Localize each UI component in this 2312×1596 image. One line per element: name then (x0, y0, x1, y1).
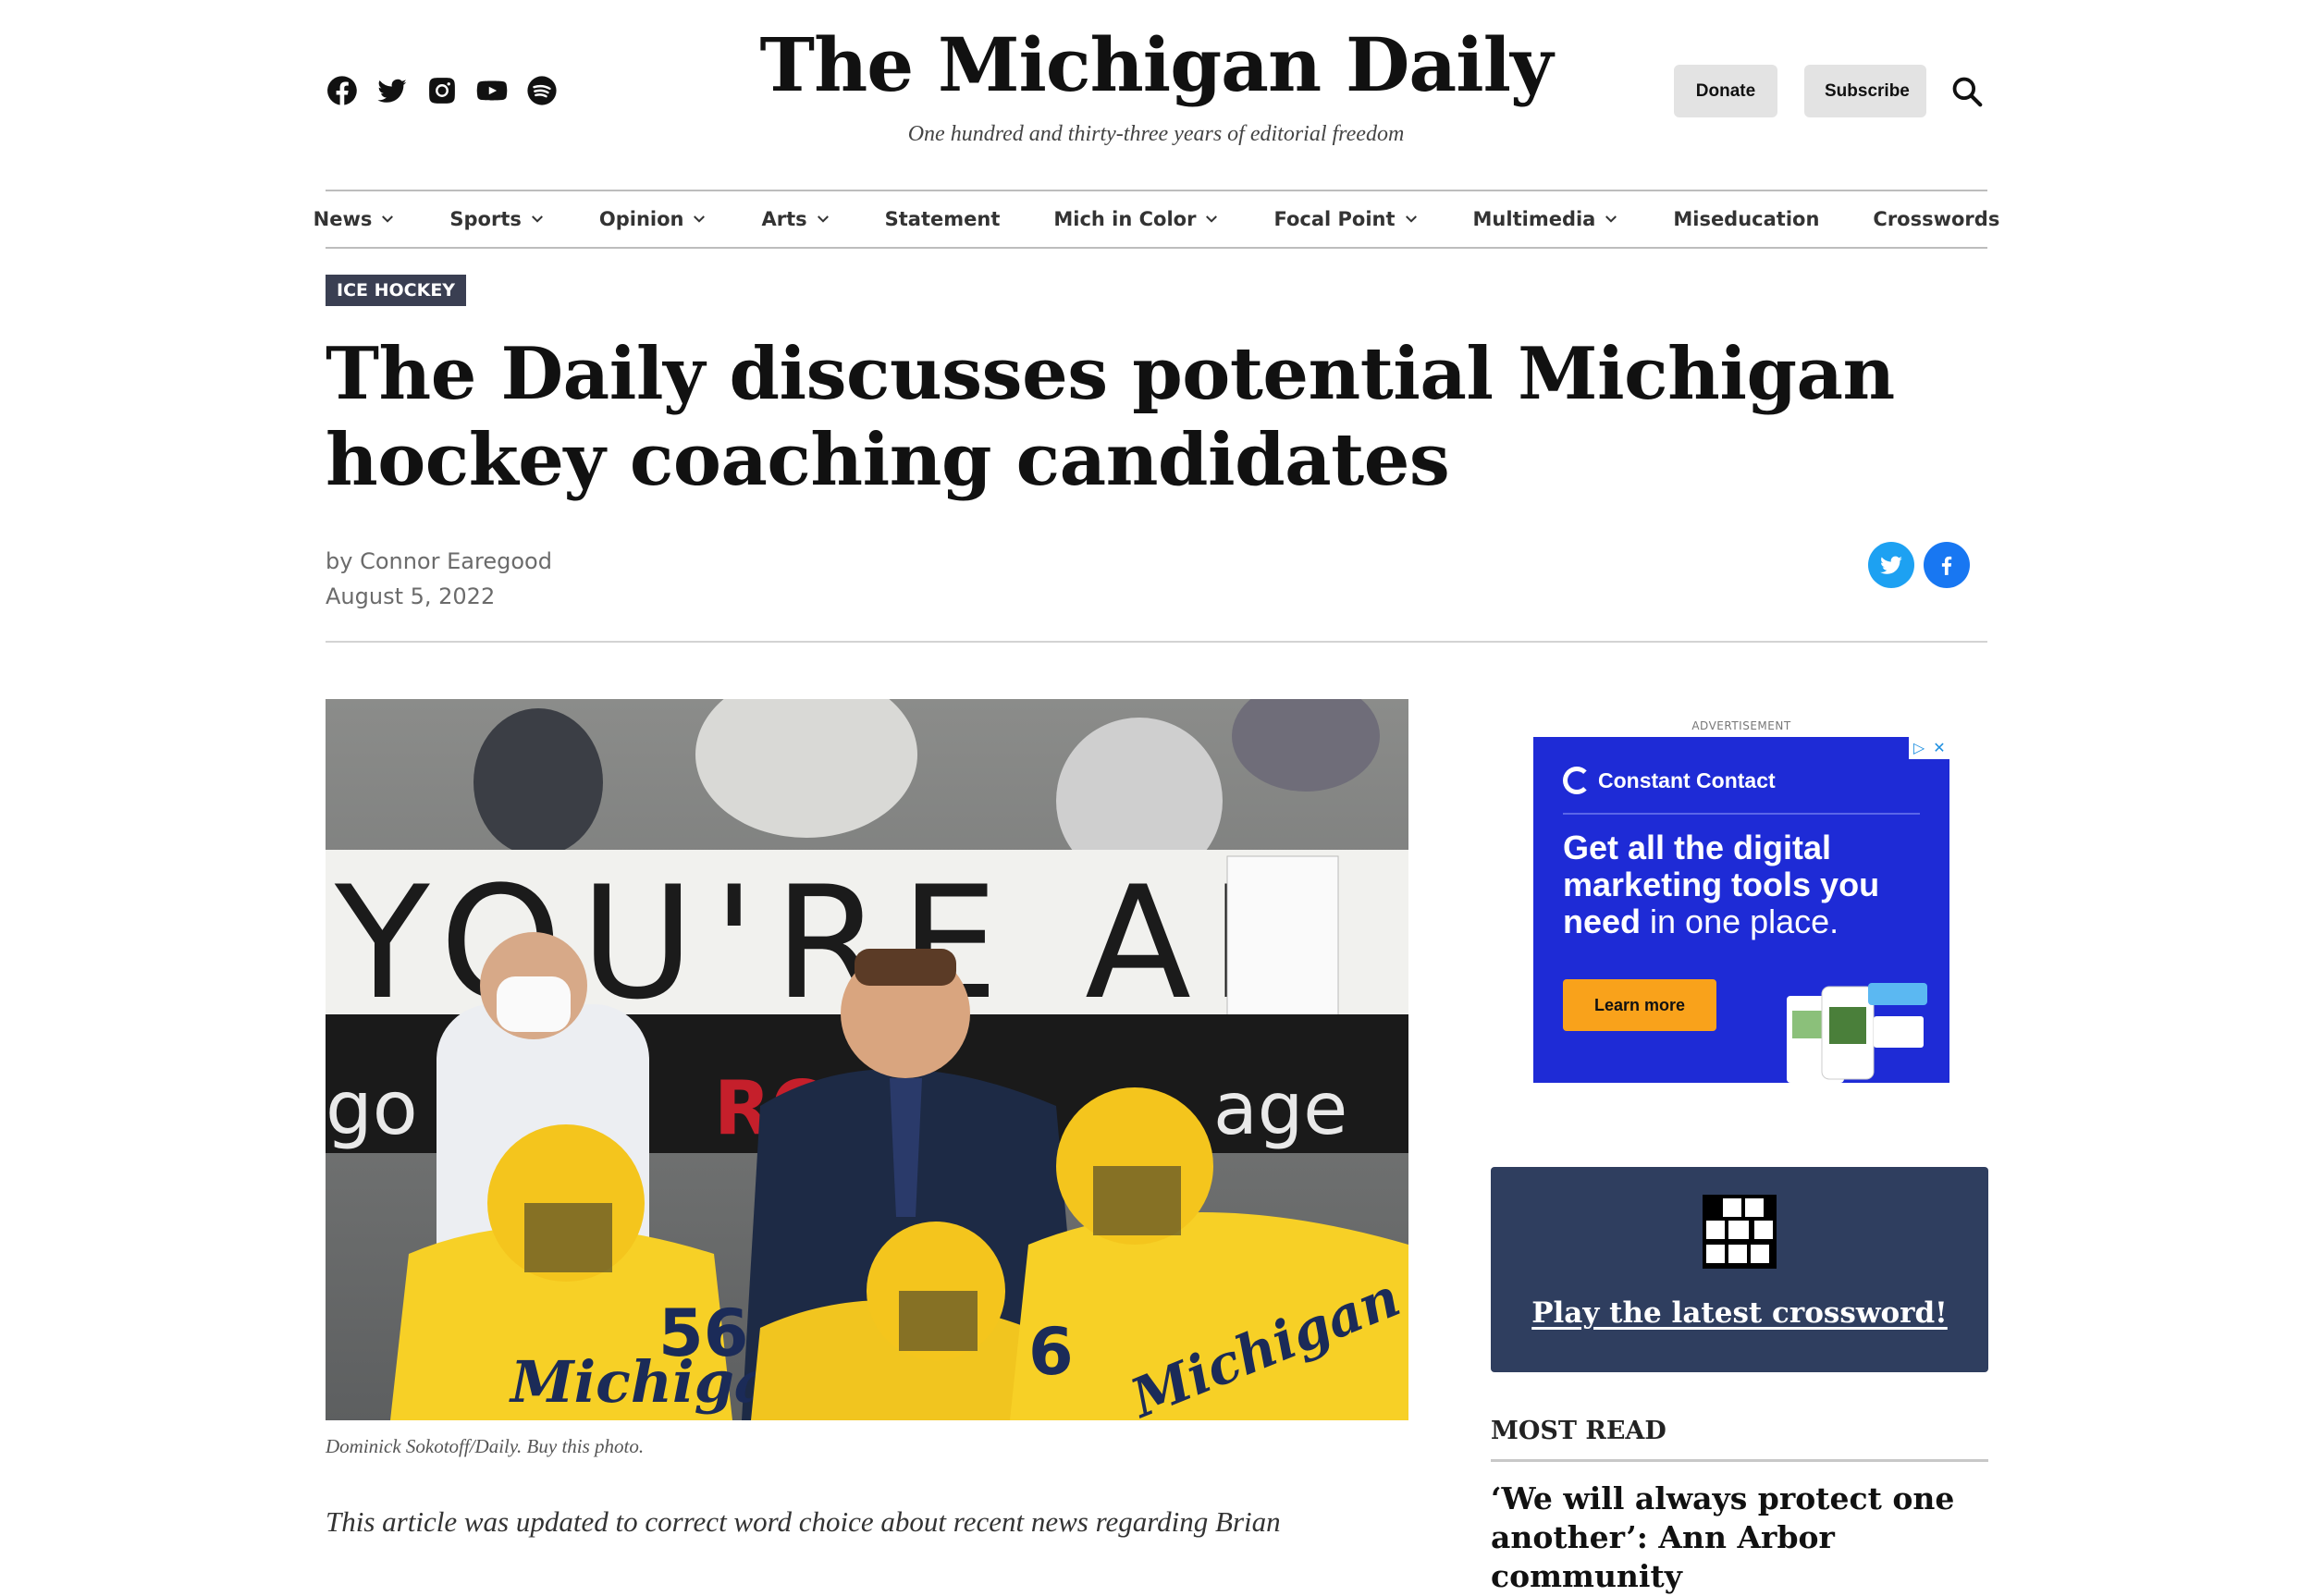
nav-item-label: Opinion (598, 208, 684, 230)
share-facebook-button[interactable] (1924, 542, 1970, 588)
publish-date: August 5, 2022 (326, 583, 496, 609)
svg-text:go: go (326, 1065, 418, 1151)
twitter-icon (1880, 556, 1902, 574)
nav-item-label: Arts (761, 208, 807, 230)
main-nav: News Sports Opinion Arts Statement Mich in Co… (314, 190, 1999, 249)
nav-item-news[interactable]: News (287, 208, 424, 230)
chevron-down-icon[interactable] (1203, 211, 1220, 227)
most-read-item[interactable]: ‘We will always protect one another’: An… (1491, 1479, 2009, 1596)
nav-item-label: Focal Point (1273, 208, 1396, 230)
nav-item-label: News (313, 208, 373, 230)
article-headline: The Daily discusses potential Michigan h… (326, 332, 1895, 502)
nav-item-arts[interactable]: Arts (734, 208, 857, 230)
constant-contact-logo-icon (1563, 767, 1591, 794)
chevron-down-icon[interactable] (379, 211, 396, 227)
most-read-divider (1491, 1459, 1988, 1462)
advertisement[interactable]: ▷ ✕ Constant Contact Get all the digital… (1533, 737, 1949, 1083)
ad-device-mockup (1787, 983, 1927, 1083)
facebook-icon (1941, 556, 1952, 575)
svg-text:6: 6 (1028, 1314, 1074, 1390)
chevron-down-icon[interactable] (691, 211, 707, 227)
svg-text:age: age (1213, 1068, 1347, 1151)
nav-item-miseducation[interactable]: Miseducation (1646, 208, 1846, 230)
ad-headline: Get all the digital marketing tools you … (1563, 829, 1933, 940)
nav-item-label: Mich in Color (1053, 208, 1197, 230)
ad-close-icon[interactable]: ✕ (1929, 737, 1949, 759)
category-tag[interactable]: ICE HOCKEY (326, 275, 467, 306)
article-body-first-line: This article was updated to correct word… (326, 1505, 1281, 1538)
chevron-down-icon[interactable] (1403, 211, 1420, 227)
nav-item-label: Crosswords (1873, 208, 2000, 230)
chevron-down-icon[interactable] (529, 211, 546, 227)
nav-item-sports[interactable]: Sports (423, 208, 572, 230)
nav-item-mich-in-color[interactable]: Mich in Color (1027, 208, 1247, 230)
nav-item-label: Miseducation (1673, 208, 1820, 230)
ad-brand: Constant Contact (1563, 767, 1776, 794)
nav-item-label: Multimedia (1472, 208, 1596, 230)
crossword-link[interactable]: Play the latest crossword! (1491, 1296, 1988, 1330)
nav-item-statement[interactable]: Statement (858, 208, 1027, 230)
crossword-grid-icon (1703, 1195, 1777, 1269)
share-twitter-button[interactable] (1868, 542, 1914, 588)
ad-divider (1563, 813, 1920, 815)
byline-block: by Connor Earegood August 5, 2022 (326, 544, 552, 614)
nav-item-label: Sports (449, 208, 522, 230)
chevron-down-icon[interactable] (1603, 211, 1619, 227)
ad-learn-more-button[interactable]: Learn more (1563, 979, 1716, 1031)
ad-choices[interactable]: ▷ ✕ (1909, 737, 1949, 759)
byline[interactable]: by Connor Earegood (326, 544, 552, 579)
hockey-bench-photo: YOU'RE AM go RO age 56 Michigan (326, 699, 1408, 1420)
ad-brand-name: Constant Contact (1598, 767, 1776, 792)
search-icon[interactable] (1949, 74, 1985, 109)
nav-item-focal-point[interactable]: Focal Point (1247, 208, 1445, 230)
adchoices-icon[interactable]: ▷ (1909, 737, 1929, 759)
nav-item-opinion[interactable]: Opinion (572, 208, 735, 230)
site-tagline: One hundred and thirty-three years of ed… (907, 122, 1405, 146)
donate-button[interactable]: Donate (1674, 65, 1777, 117)
nav-item-crosswords[interactable]: Crosswords (1846, 208, 2026, 230)
advertisement-label: ADVERTISEMENT (1691, 719, 1791, 732)
photo-caption[interactable]: Dominick Sokotoff/Daily. Buy this photo. (326, 1435, 644, 1458)
most-read-heading: MOST READ (1491, 1417, 1666, 1445)
chevron-down-icon[interactable] (815, 211, 831, 227)
ad-headline-rest: in one place. (1641, 902, 1839, 940)
hero-photo[interactable]: YOU'RE AM go RO age 56 Michigan (326, 699, 1408, 1420)
nav-item-multimedia[interactable]: Multimedia (1446, 208, 1647, 230)
nav-item-label: Statement (884, 208, 1001, 230)
crossword-promo[interactable]: Play the latest crossword! (1491, 1167, 1988, 1372)
subscribe-button[interactable]: Subscribe (1804, 65, 1926, 117)
header-divider (326, 641, 1987, 643)
